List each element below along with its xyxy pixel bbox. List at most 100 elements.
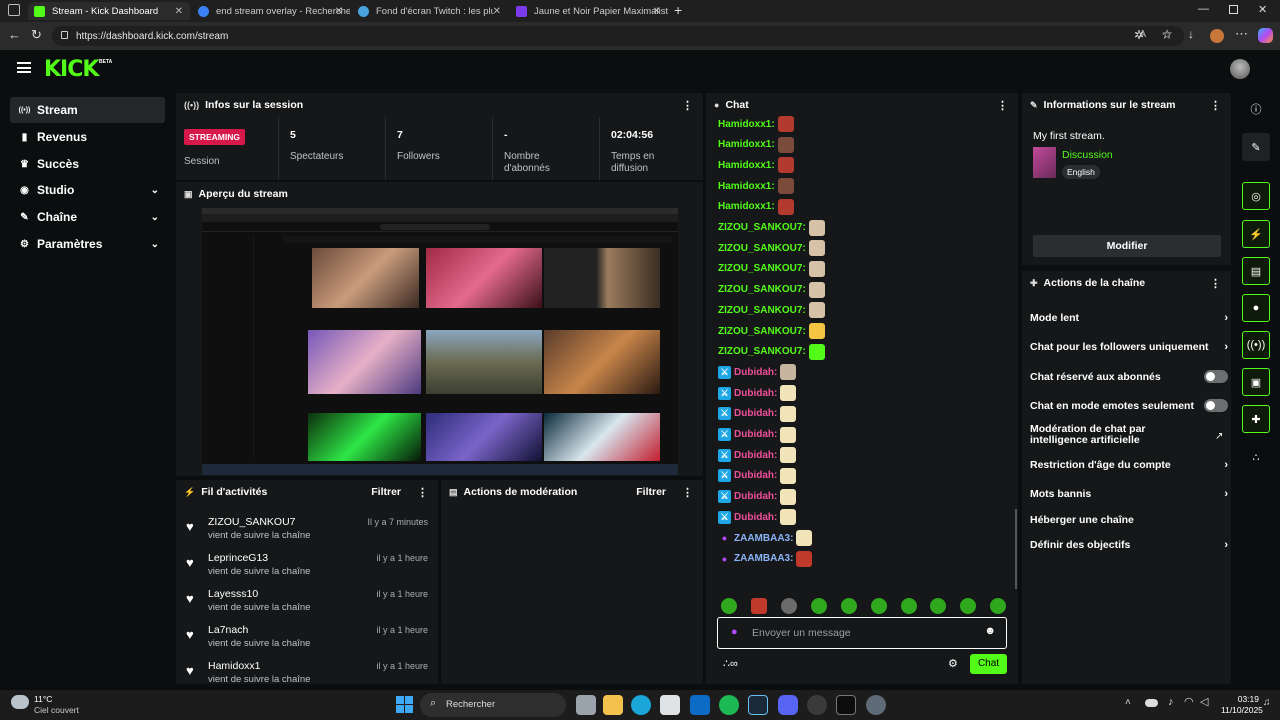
favorites-icon[interactable]: ☆ bbox=[1162, 27, 1173, 41]
lightning-icon[interactable]: ⚡ bbox=[1242, 220, 1270, 248]
discord-icon[interactable] bbox=[778, 695, 798, 715]
maximize-icon[interactable] bbox=[1229, 5, 1238, 14]
chat-username[interactable]: ZIZOU_SANKOU7: bbox=[718, 284, 806, 295]
chat-username[interactable]: Dubidah: bbox=[734, 491, 777, 502]
emote-button[interactable] bbox=[990, 598, 1006, 614]
onedrive-icon[interactable] bbox=[1145, 699, 1158, 707]
activity-user[interactable]: LeprinceG13 bbox=[208, 552, 268, 564]
scrollbar[interactable] bbox=[1015, 509, 1017, 589]
kebab-menu-icon[interactable]: ⋮ bbox=[682, 99, 693, 112]
apps-icon[interactable]: ∴ bbox=[1242, 443, 1270, 471]
chat-settings-icon[interactable]: ⚙ bbox=[948, 657, 958, 670]
activity-user[interactable]: Hamidoxx1 bbox=[208, 660, 261, 672]
sidebar-item-revenus[interactable]: ▮ Revenus bbox=[10, 124, 165, 150]
new-tab-icon[interactable]: + bbox=[674, 2, 682, 18]
settings-icon[interactable] bbox=[866, 695, 886, 715]
profile-avatar-icon[interactable] bbox=[1210, 29, 1224, 43]
edge-browser-icon[interactable] bbox=[631, 695, 651, 715]
emote-button[interactable] bbox=[871, 598, 887, 614]
edit-button[interactable]: Modifier bbox=[1033, 235, 1221, 257]
app-icon[interactable] bbox=[807, 695, 827, 715]
close-tab-icon[interactable]: ✕ bbox=[335, 6, 343, 17]
broadcast-icon[interactable]: ((•)) bbox=[1242, 331, 1270, 359]
subscribers-only-toggle[interactable] bbox=[1204, 370, 1228, 383]
action-ai-moderation[interactable]: Modération de chat par intelligence arti… bbox=[1030, 424, 1200, 446]
chat-username[interactable]: Hamidoxx1: bbox=[718, 139, 775, 150]
weather-temp[interactable]: 11°C bbox=[34, 694, 52, 704]
chat-username[interactable]: Dubidah: bbox=[734, 512, 777, 523]
chat-username[interactable]: ZAAMBAA3: bbox=[734, 553, 793, 564]
kebab-menu-icon[interactable]: ⋮ bbox=[1210, 277, 1221, 290]
chat-username[interactable]: ZIZOU_SANKOU7: bbox=[718, 326, 806, 337]
tab-search[interactable]: end stream overlay - Recherche ✕ bbox=[192, 2, 350, 20]
emote-button[interactable] bbox=[721, 598, 737, 614]
category-link[interactable]: Discussion bbox=[1062, 149, 1113, 161]
chat-username[interactable]: Dubidah: bbox=[734, 367, 777, 378]
stream-preview-video[interactable] bbox=[202, 208, 678, 475]
kick-logo[interactable]: KICK bbox=[44, 59, 99, 81]
sidebar-item-succes[interactable]: ♛ Succès bbox=[10, 151, 165, 177]
chat-username[interactable]: Dubidah: bbox=[734, 408, 777, 419]
action-set-goals[interactable]: Définir des objectifs › bbox=[1030, 539, 1228, 551]
info-icon[interactable]: ⓘ bbox=[1242, 95, 1270, 123]
back-icon[interactable]: ← bbox=[8, 27, 21, 42]
task-view-icon[interactable] bbox=[576, 695, 596, 715]
activity-user[interactable]: Layesss10 bbox=[208, 588, 258, 600]
emote-button[interactable] bbox=[901, 598, 917, 614]
chat-username[interactable]: Dubidah: bbox=[734, 429, 777, 440]
user-avatar[interactable] bbox=[1230, 59, 1250, 79]
microphone-icon[interactable]: ♪ bbox=[1168, 696, 1174, 708]
emotes-only-toggle[interactable] bbox=[1204, 399, 1228, 412]
copilot-icon[interactable] bbox=[1258, 28, 1273, 43]
downloads-icon[interactable]: ↓ bbox=[1188, 27, 1194, 41]
browser-menu-icon[interactable]: ⋯ bbox=[1235, 26, 1248, 42]
chat-username[interactable]: Hamidoxx1: bbox=[718, 160, 775, 171]
chat-username[interactable]: Hamidoxx1: bbox=[718, 201, 775, 212]
obs-icon[interactable] bbox=[836, 695, 856, 715]
close-tab-icon[interactable]: ✕ bbox=[493, 6, 501, 17]
action-followers-only[interactable]: Chat pour les followers uniquement › bbox=[1030, 341, 1228, 353]
chat-username[interactable]: ZIZOU_SANKOU7: bbox=[718, 346, 806, 357]
tab-actions-icon[interactable] bbox=[8, 4, 20, 16]
screen-capture-icon[interactable]: ◎ bbox=[1242, 182, 1270, 210]
chat-username[interactable]: ZIZOU_SANKOU7: bbox=[718, 305, 806, 316]
activity-user[interactable]: ZIZOU_SANKOU7 bbox=[208, 516, 296, 528]
chat-username[interactable]: ZAAMBAA3: bbox=[734, 533, 793, 544]
chat-username[interactable]: Dubidah: bbox=[734, 450, 777, 461]
emote-button[interactable] bbox=[930, 598, 946, 614]
edit-pencil-icon[interactable]: ✎ bbox=[1242, 133, 1270, 161]
kebab-menu-icon[interactable]: ⋮ bbox=[1210, 99, 1221, 112]
chat-input[interactable]: ● Envoyer un message ☻ bbox=[717, 617, 1007, 649]
notification-bell-icon[interactable]: ♫ bbox=[1263, 697, 1271, 708]
external-link-icon[interactable]: ↗ bbox=[1215, 431, 1223, 442]
emoji-picker-icon[interactable]: ☻ bbox=[984, 625, 996, 637]
clock-time[interactable]: 03:19 bbox=[1221, 694, 1259, 704]
points-icon[interactable]: ∴∞ bbox=[723, 657, 738, 670]
chat-icon[interactable]: ● bbox=[1242, 294, 1270, 322]
chat-username[interactable]: Hamidoxx1: bbox=[718, 119, 775, 130]
close-tab-icon[interactable]: ✕ bbox=[653, 6, 661, 17]
steam-icon[interactable] bbox=[748, 695, 768, 715]
emote-button[interactable] bbox=[811, 598, 827, 614]
sidebar-item-stream[interactable]: ((•)) Stream bbox=[10, 97, 165, 123]
wifi-icon[interactable]: ◠ bbox=[1184, 695, 1194, 708]
action-host-channel[interactable]: Héberger une chaîne bbox=[1030, 514, 1228, 526]
file-explorer-icon[interactable] bbox=[603, 695, 623, 715]
emote-button[interactable] bbox=[751, 598, 767, 614]
tab-canva[interactable]: Jaune et Noir Papier Maximaliste ✕ bbox=[510, 2, 668, 20]
activity-user[interactable]: La7nach bbox=[208, 624, 248, 636]
chat-username[interactable]: Dubidah: bbox=[734, 388, 777, 399]
outlook-icon[interactable] bbox=[690, 695, 710, 715]
wrench-icon[interactable]: ✚ bbox=[1242, 405, 1270, 433]
windows-start-icon[interactable] bbox=[396, 696, 413, 713]
chat-username[interactable]: ZIZOU_SANKOU7: bbox=[718, 263, 806, 274]
sidebar-item-parametres[interactable]: ⚙ Paramètres ⌄ bbox=[10, 231, 165, 257]
close-tab-icon[interactable]: ✕ bbox=[175, 6, 183, 17]
refresh-icon[interactable]: ↻ bbox=[31, 27, 42, 43]
layout-icon[interactable]: ▣ bbox=[1242, 368, 1270, 396]
sidebar-item-studio[interactable]: ◉ Studio ⌄ bbox=[10, 177, 165, 203]
url-input[interactable]: https://dashboard.kick.com/stream A ☆ bbox=[52, 26, 1184, 46]
filter-button[interactable]: Filtrer bbox=[371, 486, 401, 498]
tab-kick-dashboard[interactable]: Stream - Kick Dashboard ✕ bbox=[28, 2, 190, 20]
filter-button[interactable]: Filtrer bbox=[636, 486, 666, 498]
